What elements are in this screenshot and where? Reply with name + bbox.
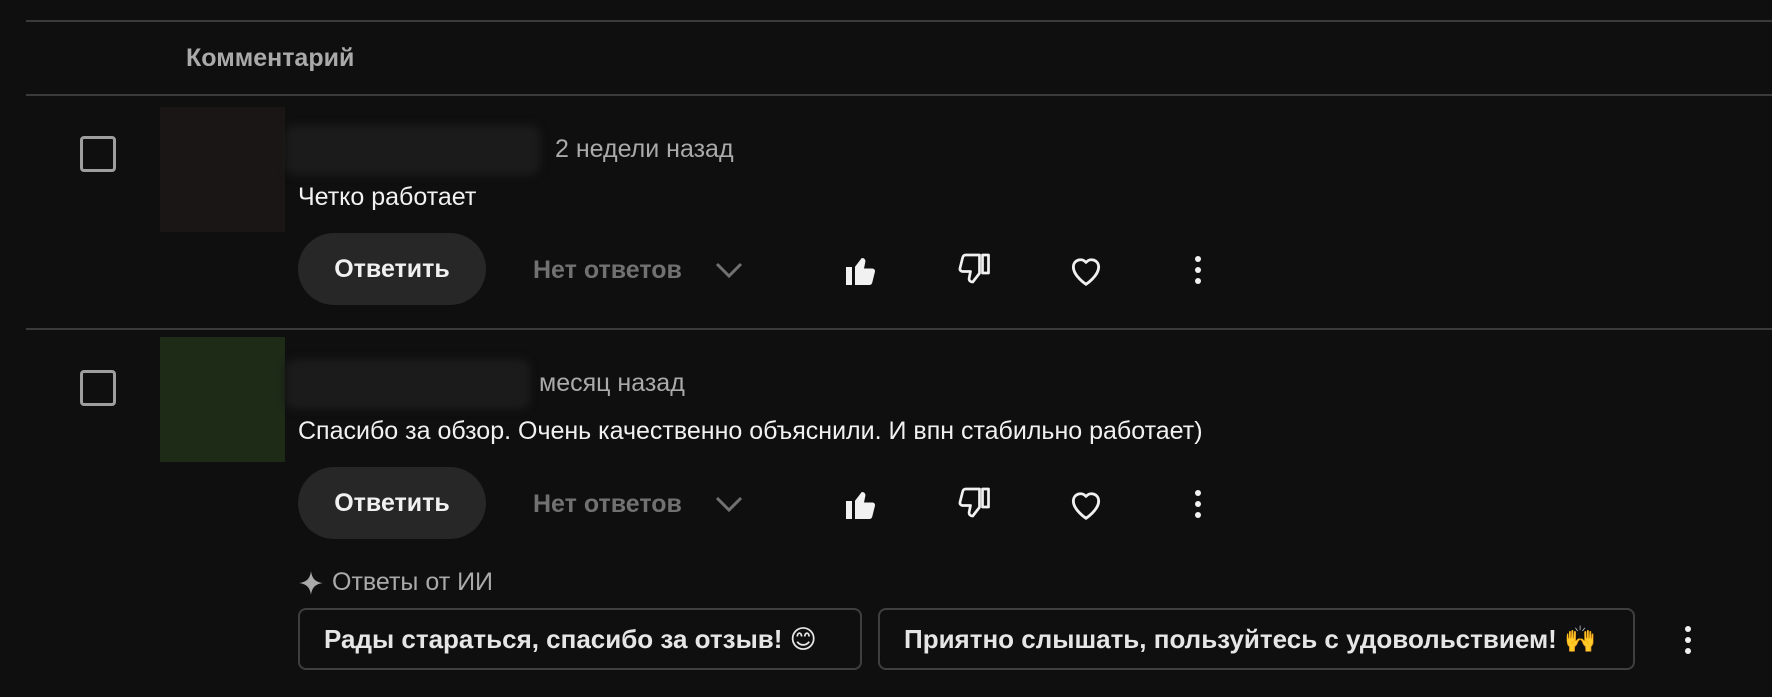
- column-header-comment: Комментарий: [186, 44, 355, 72]
- divider-header: [26, 94, 1772, 96]
- author-name[interactable]: [285, 359, 530, 409]
- divider-top: [26, 20, 1772, 22]
- select-checkbox[interactable]: [80, 370, 116, 406]
- heart-icon[interactable]: [1066, 250, 1106, 290]
- thumb-up-icon[interactable]: [841, 484, 881, 524]
- more-vert-icon[interactable]: [1178, 250, 1218, 290]
- thumb-down-icon[interactable]: [955, 250, 995, 290]
- thumb-down-icon[interactable]: [955, 484, 995, 524]
- ai-replies-label: Ответы от ИИ: [298, 568, 493, 597]
- reply-button[interactable]: Ответить: [298, 233, 486, 305]
- comment-text: Четко работает: [298, 183, 477, 211]
- heart-icon[interactable]: [1066, 484, 1106, 524]
- avatar[interactable]: [160, 337, 285, 462]
- divider-comment: [26, 328, 1772, 330]
- chevron-down-icon[interactable]: [714, 494, 744, 514]
- sparkle-icon: [299, 570, 323, 595]
- more-vert-icon[interactable]: [1668, 620, 1708, 660]
- comment-time[interactable]: 2 недели назад: [555, 135, 734, 164]
- replies-toggle[interactable]: Нет ответов: [533, 490, 682, 519]
- more-vert-icon[interactable]: [1178, 484, 1218, 524]
- replies-toggle[interactable]: Нет ответов: [533, 256, 682, 285]
- thumb-up-icon[interactable]: [841, 250, 881, 290]
- comment-time[interactable]: месяц назад: [539, 369, 685, 398]
- select-checkbox[interactable]: [80, 136, 116, 172]
- author-name[interactable]: [285, 125, 540, 175]
- reply-button[interactable]: Ответить: [298, 467, 486, 539]
- comment-text: Спасибо за обзор. Очень качественно объя…: [298, 417, 1203, 445]
- ai-suggestion-chip[interactable]: Приятно слышать, пользуйтесь с удовольст…: [878, 608, 1635, 670]
- chevron-down-icon[interactable]: [714, 260, 744, 280]
- ai-replies-text: Ответы от ИИ: [332, 568, 494, 596]
- avatar[interactable]: [160, 107, 285, 232]
- ai-suggestion-chip[interactable]: Рады стараться, спасибо за отзыв! 😊: [298, 608, 862, 670]
